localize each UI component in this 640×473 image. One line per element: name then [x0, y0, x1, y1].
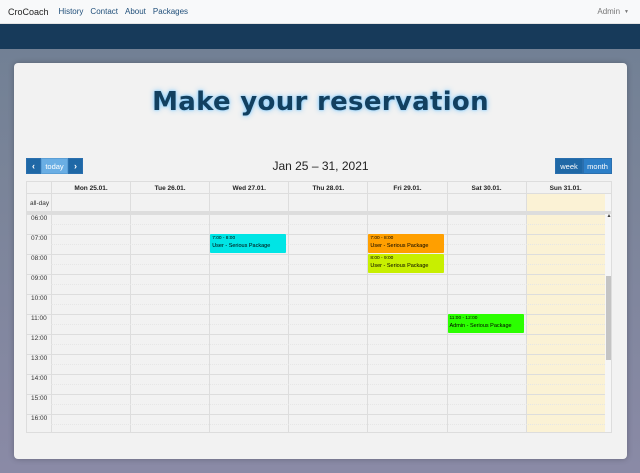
nav-link-packages[interactable]: Packages — [153, 7, 188, 16]
calendar-event[interactable]: 7:00 - 8:00 User - Serious Package — [210, 234, 287, 253]
user-menu[interactable]: Admin ▼ — [597, 7, 629, 16]
scroll-up-arrow-icon[interactable]: ▴ — [605, 212, 611, 219]
day-divider — [51, 194, 52, 211]
chevron-down-icon: ▼ — [624, 8, 629, 15]
half-hour-line — [51, 224, 605, 225]
day-header: Thu 28.01. — [288, 182, 367, 194]
day-divider — [288, 194, 290, 211]
scroll-down-arrow-icon[interactable]: ▾ — [605, 430, 611, 432]
view-button-group: week month — [555, 158, 612, 174]
event-title: User - Serious Package — [212, 242, 271, 249]
day-divider — [446, 194, 448, 211]
event-title: Admin - Serious Package — [449, 322, 512, 329]
day-divider — [367, 194, 369, 211]
half-hour-line — [51, 304, 605, 305]
nav-link-contact[interactable]: Contact — [90, 7, 118, 16]
event-title: User - Serious Package — [370, 262, 429, 269]
day-header: Tue 26.01. — [130, 182, 209, 194]
time-label: 08:00 — [31, 255, 48, 262]
day-header: Mon 25.01. — [51, 182, 130, 194]
time-label: 14:00 — [31, 375, 48, 382]
event-time: 8:00 - 9:00 — [370, 256, 394, 261]
nav-link-about[interactable]: About — [125, 7, 146, 16]
calendar: Mon 25.01. Tue 26.01. Wed 27.01. Thu 28.01.… — [26, 181, 612, 433]
day-header: Sat 30.01. — [446, 182, 526, 194]
time-label: 10:00 — [31, 295, 48, 302]
week-view-button[interactable]: week — [555, 158, 583, 174]
day-divider — [130, 194, 132, 211]
hour-line — [27, 234, 605, 235]
time-label: 06:00 — [31, 215, 48, 222]
scroll-thumb[interactable] — [606, 276, 611, 360]
hour-line — [27, 374, 605, 375]
time-label: 16:00 — [31, 415, 48, 422]
today-column-allday — [525, 194, 605, 211]
hour-line — [27, 214, 605, 215]
time-grid[interactable]: ▴ ▾ 06:00 07:00 08:00 09:00 10:00 11:00 12:00 1… — [27, 212, 611, 432]
event-time: 7:00 - 8:00 — [212, 236, 236, 241]
day-header: Fri 29.01. — [367, 182, 446, 194]
half-hour-line — [51, 264, 605, 265]
header-band — [0, 24, 640, 49]
nav-link-history[interactable]: History — [59, 7, 84, 16]
all-day-label: all-day — [30, 200, 50, 207]
hour-line — [27, 274, 605, 275]
nav-links: History Contact About Packages — [59, 7, 189, 16]
day-divider — [525, 194, 527, 211]
hour-line — [27, 334, 605, 335]
day-header: Sun 31.01. — [525, 182, 605, 194]
time-grid-scrollbar[interactable]: ▴ ▾ — [605, 212, 611, 432]
time-label: 12:00 — [31, 335, 48, 342]
half-hour-line — [51, 344, 605, 345]
hour-line — [27, 254, 605, 255]
calendar-event[interactable]: 8:00 - 9:00 User - Serious Package — [368, 254, 445, 273]
half-hour-line — [51, 404, 605, 405]
event-time: 7:00 - 8:00 — [370, 236, 394, 241]
half-hour-line — [51, 424, 605, 425]
all-day-scrollbar[interactable] — [605, 194, 611, 211]
time-label: 07:00 — [31, 235, 48, 242]
reservation-card: Make your reservation ‹ today › Jan 25 –… — [14, 63, 627, 459]
half-hour-line — [51, 364, 605, 365]
half-hour-line — [51, 244, 605, 245]
calendar-header: Mon 25.01. Tue 26.01. Wed 27.01. Thu 28.01.… — [27, 182, 611, 194]
month-view-button[interactable]: month — [583, 158, 612, 174]
page-title: Make your reservation — [152, 87, 489, 117]
navbar: CroCoach History Contact About Packages … — [0, 0, 640, 24]
user-name: Admin — [597, 7, 621, 16]
event-time: 11:00 - 12:00 — [449, 316, 478, 321]
calendar-event[interactable]: 7:00 - 8:00 User - Serious Package — [368, 234, 445, 253]
all-day-row[interactable]: all-day — [27, 194, 611, 214]
brand-logo[interactable]: CroCoach — [8, 7, 49, 17]
time-label: 09:00 — [31, 275, 48, 282]
day-divider — [209, 194, 211, 211]
hour-line — [27, 354, 605, 355]
event-title: User - Serious Package — [370, 242, 429, 249]
hour-line — [27, 294, 605, 295]
calendar-toolbar: ‹ today › Jan 25 – 31, 2021 week month — [14, 158, 627, 174]
half-hour-line — [51, 384, 605, 385]
time-label: 11:00 — [31, 315, 47, 322]
date-range-title: Jan 25 – 31, 2021 — [272, 159, 369, 173]
time-label: 15:00 — [31, 395, 48, 402]
day-header: Wed 27.01. — [209, 182, 288, 194]
half-hour-line — [51, 284, 605, 285]
time-label: 13:00 — [31, 355, 48, 362]
calendar-event[interactable]: 11:00 - 12:00 Admin - Serious Package — [447, 314, 524, 333]
hour-line — [27, 394, 605, 395]
hour-line — [27, 414, 605, 415]
